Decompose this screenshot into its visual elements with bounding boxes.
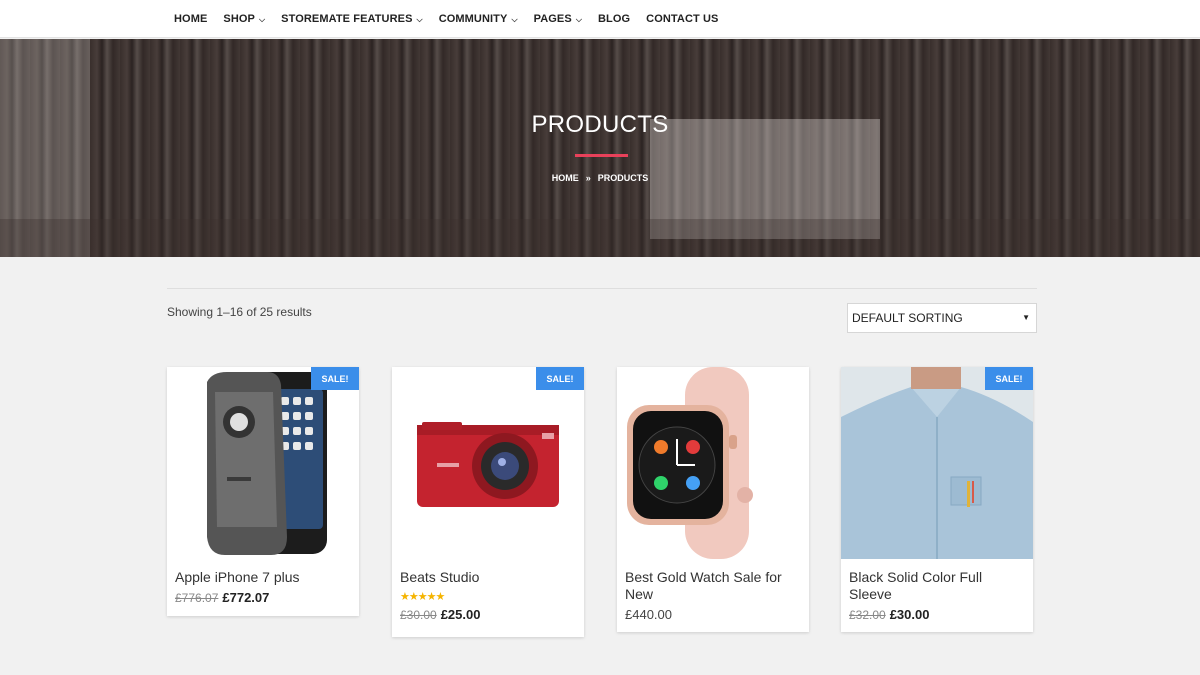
- product-card[interactable]: Best Gold Watch Sale for New £440.00: [617, 367, 809, 632]
- product-title[interactable]: Black Solid Color Full Sleeve: [841, 559, 1033, 603]
- product-image-camera[interactable]: SALE!: [392, 367, 584, 559]
- sale-price: £772.07: [222, 590, 270, 605]
- chevron-down-icon: ⌵: [258, 15, 266, 24]
- product-title[interactable]: Beats Studio: [392, 559, 584, 586]
- caret-down-icon: ▼: [1022, 313, 1030, 322]
- sorting-value: DEFAULT SORTING: [852, 311, 963, 325]
- product-image-phone[interactable]: SALE!: [167, 367, 359, 559]
- page-hero-banner: PRODUCTS HOME » PRODUCTS: [0, 39, 1200, 257]
- divider: [167, 288, 1037, 289]
- star-icon: ★: [408, 591, 419, 603]
- star-icon: ★: [400, 591, 410, 603]
- nav-label: CONTACT US: [646, 13, 719, 25]
- nav-label: SHOP: [223, 13, 255, 25]
- top-navigation: HOME SHOP ⌵ STOREMATE FEATURES ⌵ COMMUNITY…: [0, 0, 1200, 38]
- product-card[interactable]: SALE! Black Solid Color Full Sleeve £32.…: [841, 367, 1033, 632]
- product-image-shirt[interactable]: SALE!: [841, 367, 1033, 559]
- product-price: £440.00: [617, 603, 809, 622]
- hero-background-floor: [0, 219, 1200, 257]
- sorting-select[interactable]: DEFAULT SORTING ▼: [847, 303, 1037, 333]
- chevron-down-icon: ⌵: [575, 15, 582, 24]
- nav-item-pages[interactable]: PAGES ⌵: [534, 13, 582, 25]
- nav-item-blog[interactable]: BLOG: [598, 13, 630, 25]
- nav-item-home[interactable]: HOME: [174, 13, 207, 25]
- nav-label: COMMUNITY: [438, 13, 508, 25]
- product-card[interactable]: SALE! Apple iPhone 7 plus £776.07 £772.0…: [167, 367, 359, 616]
- sale-price: £30.00: [889, 607, 930, 622]
- double-chevron-right-icon: »: [585, 173, 591, 183]
- product-card[interactable]: SALE! Beats Studio ★★★★★ £30.00 £25.00: [392, 367, 584, 637]
- product-price: £32.00 £30.00: [841, 603, 1033, 622]
- chevron-down-icon: ⌵: [416, 15, 423, 24]
- old-price: £32.00: [849, 607, 886, 622]
- star-rating: ★★★★★: [392, 586, 584, 603]
- sale-price: £25.00: [440, 607, 481, 622]
- old-price: £30.00: [400, 607, 437, 622]
- product-title[interactable]: Apple iPhone 7 plus: [167, 559, 359, 586]
- nav-label: PAGES: [533, 13, 572, 25]
- product-image-watch[interactable]: [617, 367, 809, 559]
- star-icon: ★: [417, 591, 428, 603]
- nav-item-community[interactable]: COMMUNITY ⌵: [439, 13, 518, 25]
- sale-badge: SALE!: [536, 367, 584, 390]
- page-title: PRODUCTS: [531, 111, 669, 138]
- nav-menu: HOME SHOP ⌵ STOREMATE FEATURES ⌵ COMMUNITY…: [174, 0, 734, 38]
- price: £440.00: [625, 607, 672, 622]
- breadcrumb: HOME » PRODUCTS: [0, 173, 1200, 183]
- breadcrumb-home-link[interactable]: HOME: [552, 173, 579, 183]
- old-price: £776.07: [175, 590, 219, 605]
- nav-label: BLOG: [597, 13, 631, 25]
- sale-badge: SALE!: [311, 367, 359, 390]
- product-price: £776.07 £772.07: [167, 586, 359, 605]
- product-title[interactable]: Best Gold Watch Sale for New: [617, 559, 809, 603]
- star-icon: ★: [435, 591, 446, 603]
- nav-label: STOREMATE FEATURES: [281, 13, 413, 25]
- product-price: £30.00 £25.00: [392, 603, 584, 622]
- sale-badge: SALE!: [985, 367, 1033, 390]
- breadcrumb-current: PRODUCTS: [597, 173, 649, 183]
- nav-label: HOME: [174, 13, 208, 25]
- title-underline: [575, 154, 628, 157]
- nav-item-storemate-features[interactable]: STOREMATE FEATURES ⌵: [281, 13, 423, 25]
- chevron-down-icon: ⌵: [511, 15, 518, 24]
- star-icon: ★: [426, 591, 437, 603]
- result-count: Showing 1–16 of 25 results: [167, 305, 312, 319]
- nav-item-contact-us[interactable]: CONTACT US: [646, 13, 718, 25]
- nav-item-shop[interactable]: SHOP ⌵: [223, 13, 265, 25]
